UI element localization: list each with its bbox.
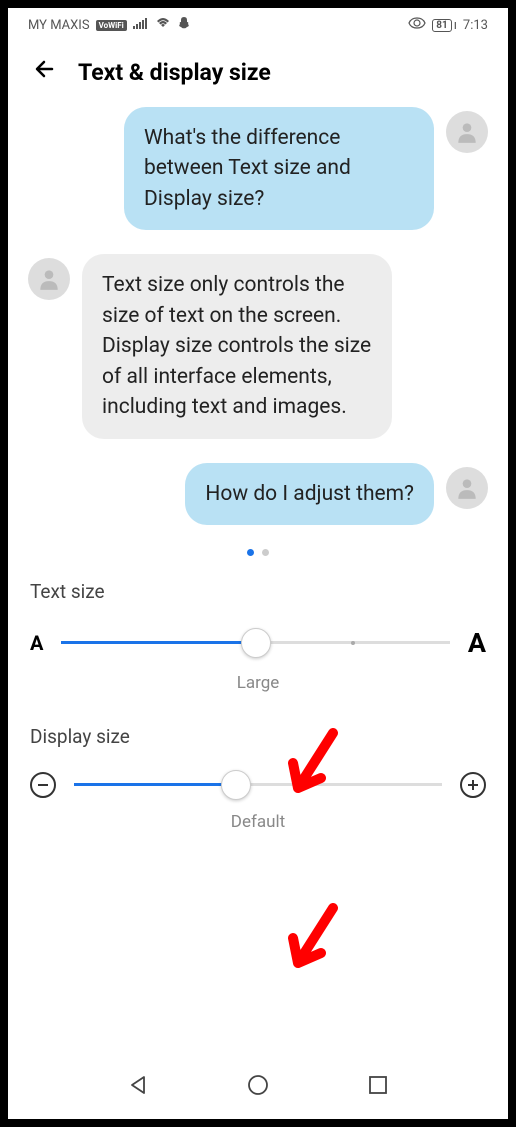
- chat-row-2: Text size only controls the size of text…: [28, 254, 488, 438]
- page-dot-1[interactable]: [247, 549, 254, 556]
- text-size-thumb[interactable]: [241, 628, 271, 658]
- signal-icon: [133, 17, 149, 33]
- clock-label: 7:13: [463, 18, 488, 33]
- preview-area: What's the difference between Text size …: [8, 107, 508, 525]
- avatar-icon: [446, 111, 488, 153]
- eye-icon: [408, 17, 426, 33]
- text-size-value: Large: [30, 673, 486, 693]
- nav-recent-button[interactable]: [366, 1073, 390, 1097]
- page-dot-2[interactable]: [262, 549, 269, 556]
- display-size-section: Display size Default: [8, 725, 508, 832]
- display-size-value: Default: [30, 812, 486, 832]
- chat-bubble-2: Text size only controls the size of text…: [82, 254, 392, 438]
- text-size-label: Text size: [30, 580, 486, 603]
- nav-home-button[interactable]: [246, 1073, 270, 1097]
- annotation-arrow-2: [283, 903, 343, 983]
- chat-row-3: How do I adjust them?: [28, 463, 488, 525]
- battery-icon: 81: [432, 19, 451, 32]
- page-header: Text & display size: [8, 38, 508, 107]
- battery-stub: ı: [454, 18, 457, 33]
- wifi-icon: [155, 17, 171, 33]
- snapchat-icon: [177, 16, 191, 34]
- plus-icon[interactable]: [460, 772, 486, 798]
- status-bar: MY MAXIS VoWiFi 81 ı 7:13: [8, 8, 508, 38]
- text-size-section: Text size A A Large: [8, 580, 508, 693]
- navigation-bar: [8, 1061, 508, 1109]
- back-button[interactable]: [32, 56, 58, 89]
- display-size-label: Display size: [30, 725, 486, 748]
- page-title: Text & display size: [78, 59, 271, 86]
- page-indicator[interactable]: [8, 549, 508, 556]
- nav-back-button[interactable]: [126, 1073, 150, 1097]
- chat-bubble-3: How do I adjust them?: [185, 463, 434, 525]
- display-size-slider[interactable]: [74, 783, 442, 786]
- display-size-thumb[interactable]: [221, 770, 251, 800]
- vowifi-badge: VoWiFi: [96, 20, 127, 31]
- carrier-label: MY MAXIS: [28, 18, 90, 33]
- minus-icon[interactable]: [30, 772, 56, 798]
- text-large-icon: A: [468, 627, 486, 659]
- avatar-icon: [446, 467, 488, 509]
- text-small-icon: A: [30, 631, 43, 655]
- avatar-icon: [28, 258, 70, 300]
- text-size-slider[interactable]: [61, 641, 449, 644]
- chat-bubble-1: What's the difference between Text size …: [124, 107, 434, 230]
- chat-row-1: What's the difference between Text size …: [28, 107, 488, 230]
